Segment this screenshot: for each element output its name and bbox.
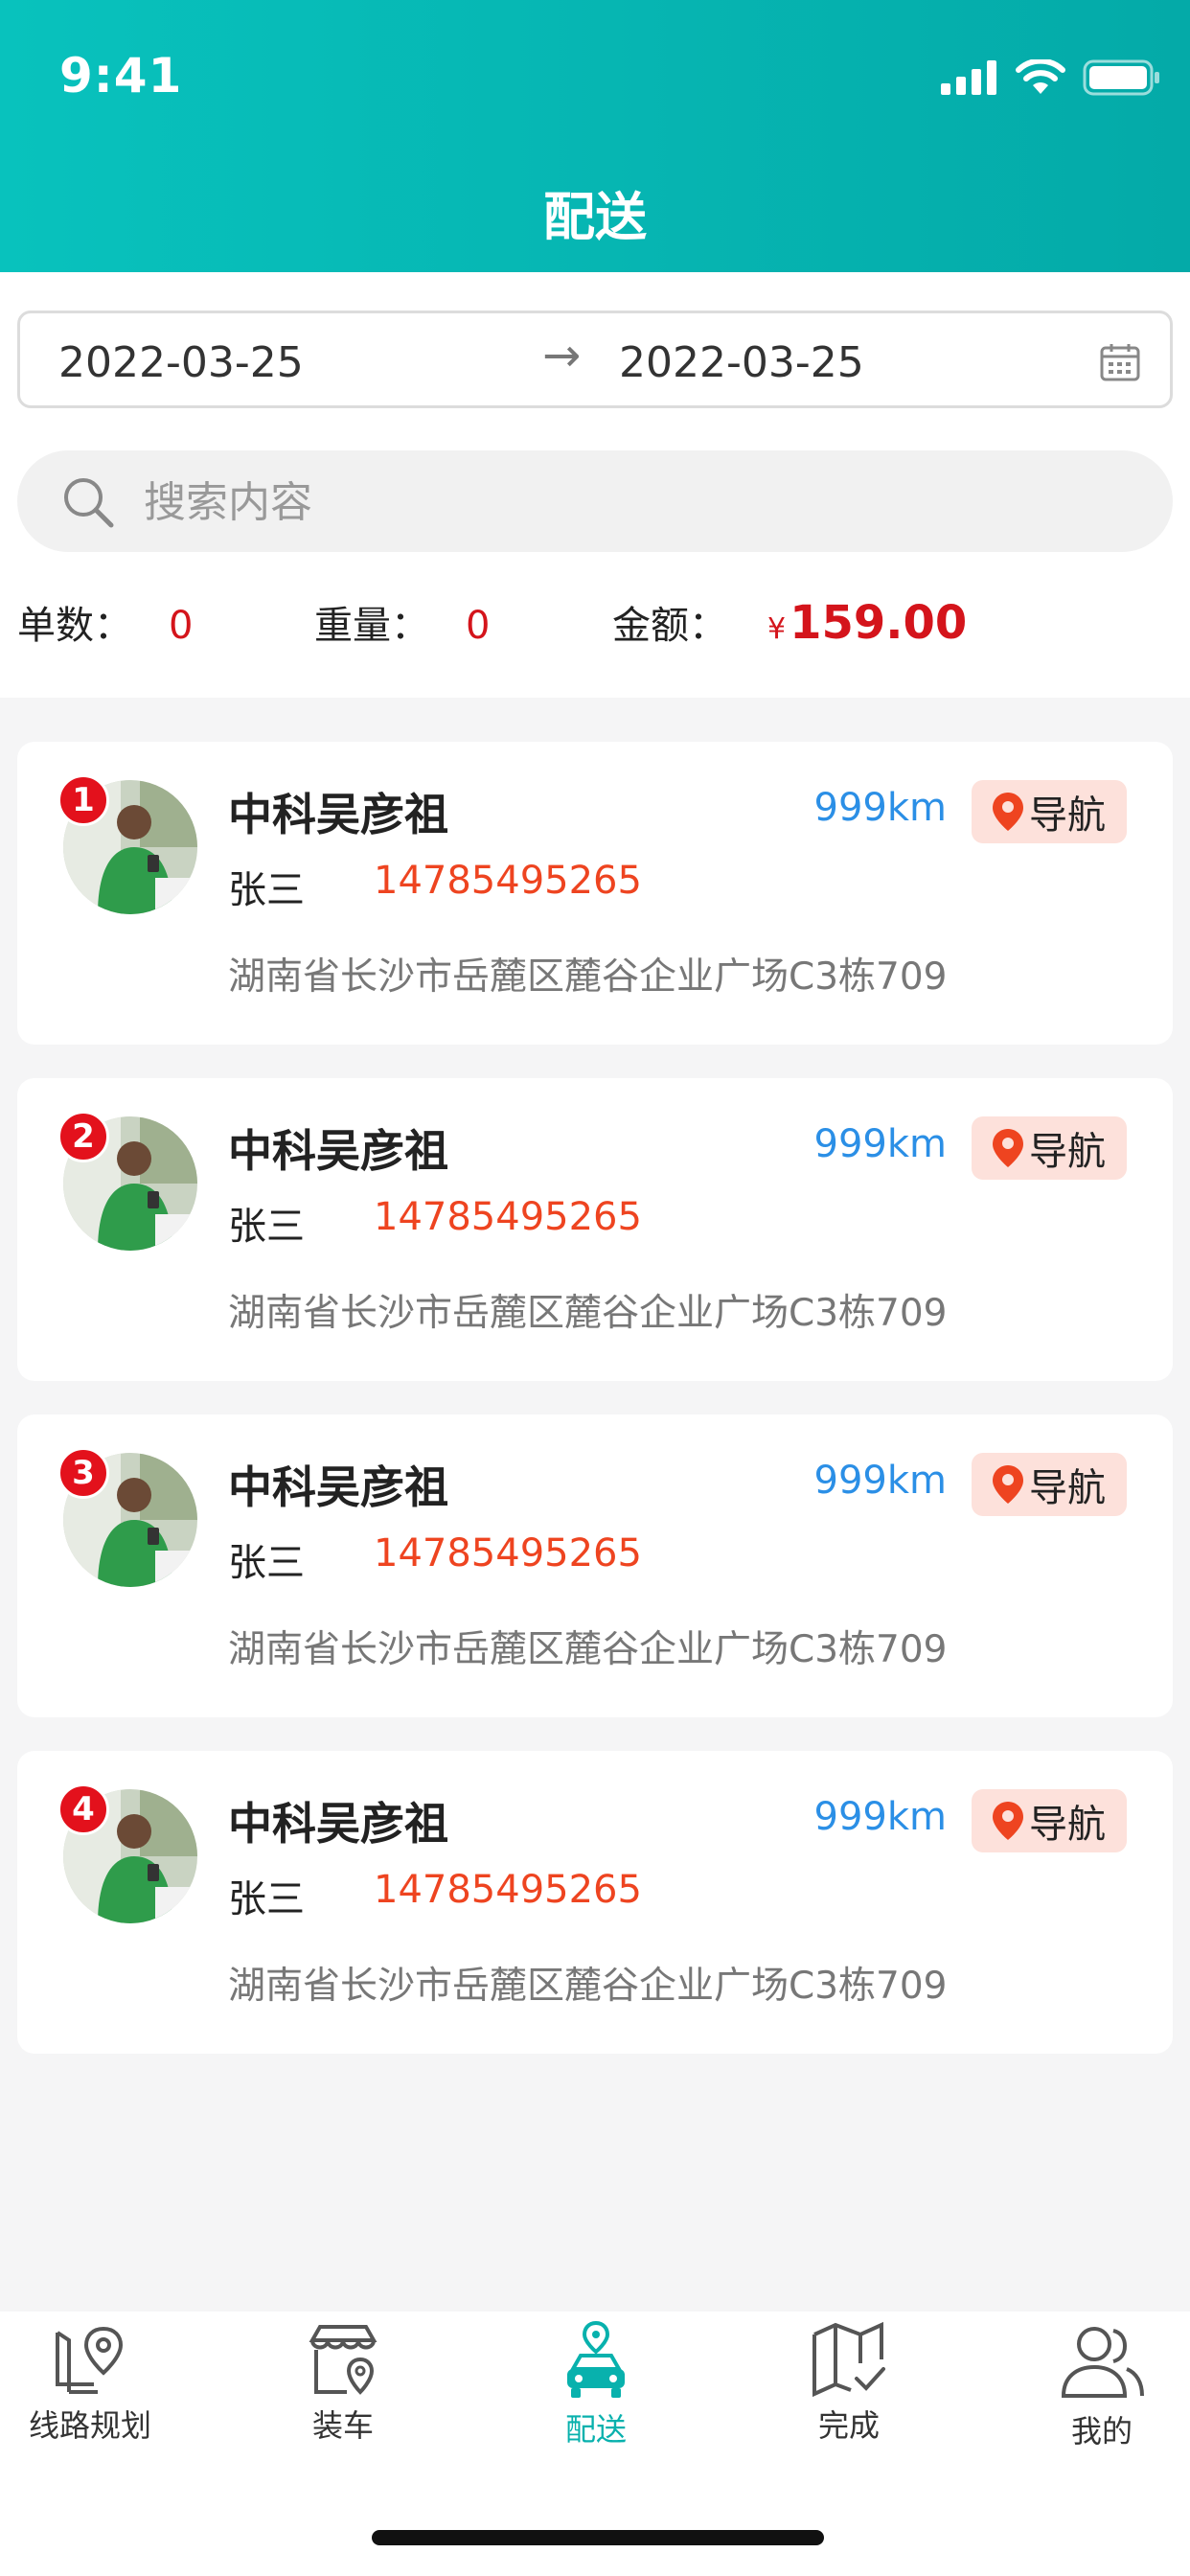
delivery-address: 湖南省长沙市岳麓区麓谷企业广场C3栋709 [228, 1965, 948, 2008]
delivery-address: 湖南省长沙市岳麓区麓谷企业广场C3栋709 [228, 1292, 948, 1335]
tab-route-planning[interactable]: 线路规划 [0, 2321, 209, 2446]
location-pin-icon [993, 793, 1023, 831]
battery-icon [1083, 59, 1159, 96]
order-index-badge: 2 [57, 1111, 109, 1162]
cellular-signal-icon [941, 60, 996, 95]
tab-completed[interactable]: 完成 [730, 2321, 968, 2446]
route-map-icon [56, 2326, 124, 2394]
delivery-address: 湖南省长沙市岳麓区麓谷企业广场C3栋709 [228, 1628, 948, 1671]
delivery-car-icon [567, 2321, 625, 2398]
distance: 999km [813, 1459, 947, 1503]
stat-weight-value: 0 [466, 604, 491, 648]
navigate-label: 导航 [1029, 1803, 1106, 1847]
navigate-button[interactable]: 导航 [972, 780, 1127, 843]
contact-name: 张三 [228, 1541, 305, 1585]
store-location-icon [309, 2325, 378, 2395]
contact-phone[interactable]: 14785495265 [374, 859, 642, 903]
search-icon [64, 478, 114, 528]
contact-name: 张三 [228, 1205, 305, 1249]
delivery-address: 湖南省长沙市岳麓区麓谷企业广场C3栋709 [228, 955, 948, 999]
tab-label: 装车 [311, 2407, 374, 2444]
delivery-card[interactable]: 2 中科吴彦祖 999km 导航 张三 14785495265 湖南省长沙市岳麓… [17, 1078, 1173, 1381]
users-icon [1061, 2327, 1144, 2398]
calendar-icon[interactable] [1099, 342, 1141, 382]
location-pin-icon [993, 1802, 1023, 1840]
tab-label: 我的 [1070, 2413, 1133, 2450]
contact-name: 张三 [228, 1877, 305, 1921]
status-icons [941, 56, 1161, 100]
order-index-badge: 4 [57, 1783, 109, 1835]
end-date[interactable]: 2022-03-25 [619, 338, 864, 387]
currency-symbol: ¥ [767, 612, 787, 646]
order-index-badge: 1 [57, 774, 109, 826]
delivery-card[interactable]: 1 中科吴彦祖 999km 导航 张三 14785495265 湖南省长沙市岳麓… [17, 742, 1173, 1045]
home-indicator [372, 2530, 824, 2545]
tab-delivery[interactable]: 配送 [477, 2321, 715, 2450]
delivery-list: 1 中科吴彦祖 999km 导航 张三 14785495265 湖南省长沙市岳麓… [17, 742, 1173, 2087]
tab-label: 完成 [817, 2407, 880, 2444]
customer-name: 中科吴彦祖 [228, 789, 448, 840]
stat-amount-label: 金额： [612, 604, 727, 648]
delivery-card[interactable]: 4 中科吴彦祖 999km 导航 张三 14785495265 湖南省长沙市岳麓… [17, 1751, 1173, 2054]
tab-profile[interactable]: 我的 [983, 2321, 1190, 2451]
map-check-icon [812, 2321, 885, 2398]
delivery-card[interactable]: 3 中科吴彦祖 999km 导航 张三 14785495265 湖南省长沙市岳麓… [17, 1414, 1173, 1717]
search-bar[interactable] [17, 450, 1173, 554]
summary-stats: 单数： 0 重量： 0 金额： ¥159.00 [17, 594, 1167, 652]
contact-phone[interactable]: 14785495265 [374, 1531, 642, 1576]
location-pin-icon [993, 1129, 1023, 1167]
tab-label: 线路规划 [28, 2407, 151, 2444]
navigate-button[interactable]: 导航 [972, 1789, 1127, 1852]
contact-phone[interactable]: 14785495265 [374, 1195, 642, 1239]
wifi-icon [1016, 59, 1065, 94]
customer-name: 中科吴彦祖 [228, 1125, 448, 1177]
distance: 999km [813, 1795, 947, 1839]
search-input[interactable] [142, 450, 1104, 554]
contact-phone[interactable]: 14785495265 [374, 1868, 642, 1912]
stat-count-value: 0 [169, 604, 194, 648]
start-date[interactable]: 2022-03-25 [58, 338, 304, 387]
date-range-arrow: → [542, 329, 582, 382]
navigate-button[interactable]: 导航 [972, 1116, 1127, 1180]
navigate-label: 导航 [1029, 794, 1106, 838]
date-range-picker[interactable]: 2022-03-25 → 2022-03-25 [17, 310, 1173, 408]
customer-name: 中科吴彦祖 [228, 1798, 448, 1850]
contact-name: 张三 [228, 868, 305, 912]
navigate-button[interactable]: 导航 [972, 1453, 1127, 1516]
order-index-badge: 3 [57, 1447, 109, 1499]
tab-loading[interactable]: 装车 [224, 2321, 462, 2446]
navigate-label: 导航 [1029, 1466, 1106, 1510]
distance: 999km [813, 1122, 947, 1166]
page-title: 配送 [543, 187, 647, 247]
stat-amount-value: 159.00 [790, 596, 968, 650]
navigate-label: 导航 [1029, 1130, 1106, 1174]
distance: 999km [813, 786, 947, 830]
stat-count-label: 单数： [17, 604, 132, 648]
tab-label: 配送 [564, 2411, 627, 2448]
app-header: 9:41 配送 [0, 0, 1190, 272]
stat-weight: 重量： 0 [314, 594, 490, 650]
location-pin-icon [993, 1465, 1023, 1504]
stat-amount: 金额： ¥159.00 [612, 594, 967, 650]
stat-count: 单数： 0 [17, 594, 193, 650]
filter-panel: 2022-03-25 → 2022-03-25 单数： 0 重量： 0 金额： ¥15… [0, 272, 1190, 698]
status-time: 9:41 [59, 48, 183, 104]
customer-name: 中科吴彦祖 [228, 1461, 448, 1513]
stat-weight-label: 重量： [314, 604, 429, 648]
